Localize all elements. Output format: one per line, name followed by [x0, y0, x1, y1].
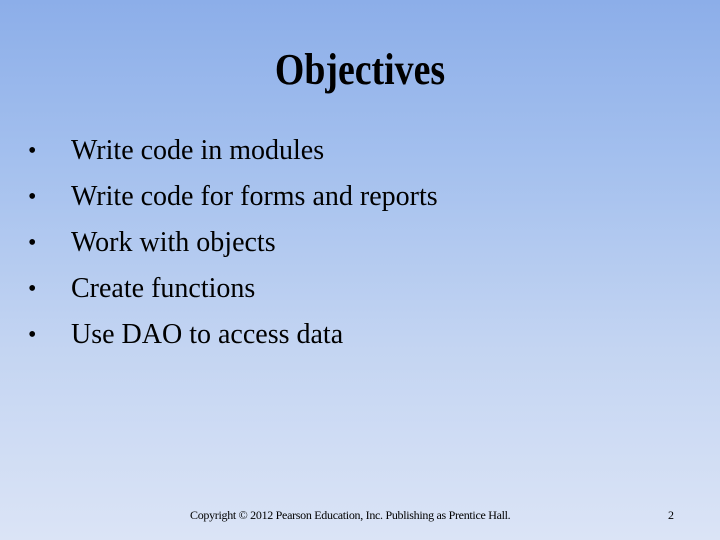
- bullet-icon: •: [28, 138, 37, 164]
- bullet-icon: •: [28, 230, 37, 256]
- bullet-text: Write code in modules: [71, 135, 325, 166]
- page-number: 2: [668, 508, 674, 522]
- bullet-icon: •: [28, 184, 37, 210]
- bullet-item: • Work with objects: [28, 220, 438, 266]
- bullet-item: • Write code for forms and reports: [28, 174, 438, 220]
- bullet-icon: •: [28, 276, 37, 302]
- bullet-item: • Write code in modules: [28, 128, 438, 174]
- slide-title: Objectives: [274, 45, 446, 94]
- bullet-text: Work with objects: [71, 227, 276, 258]
- bullet-item: • Use DAO to access data: [28, 312, 438, 358]
- bullet-list: • Write code in modules • Write code for…: [28, 128, 438, 358]
- slide: Objectives • Write code in modules • Wri…: [0, 0, 720, 540]
- bullet-text: Write code for forms and reports: [71, 181, 438, 212]
- bullet-icon: •: [28, 322, 37, 348]
- bullet-item: • Create functions: [28, 266, 438, 312]
- bullet-text: Create functions: [71, 273, 256, 304]
- copyright-footer: Copyright © 2012 Pearson Education, Inc.…: [190, 508, 511, 522]
- bullet-text: Use DAO to access data: [71, 319, 344, 350]
